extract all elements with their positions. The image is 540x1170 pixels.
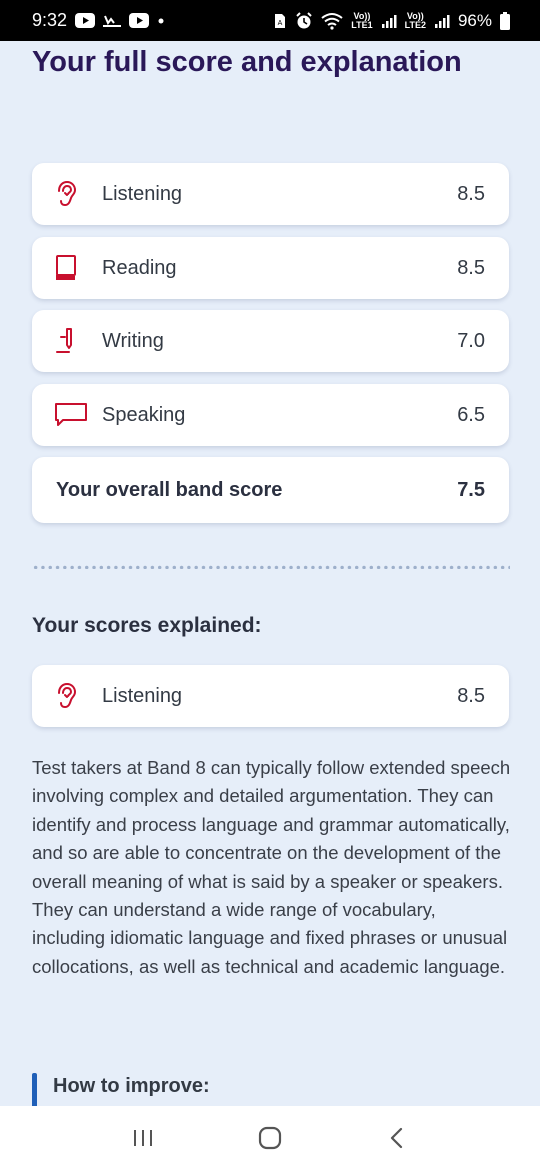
score-label-writing: Writing [102, 329, 164, 352]
home-icon [258, 1126, 282, 1150]
alarm-icon [295, 11, 313, 30]
status-bar: 9:32 A Vo)) LTE1 Vo)) LTE2 96% [0, 0, 540, 41]
explained-card-listening[interactable]: Listening 8.5 [32, 665, 509, 727]
listening-explanation-text: Test takers at Band 8 can typically foll… [32, 757, 511, 977]
score-value-listening: 8.5 [457, 182, 485, 205]
signal-icon [434, 13, 450, 29]
page-title: Your full score and explanation [32, 46, 462, 78]
overall-score-card: Your overall band score 7.5 [32, 457, 509, 523]
improve-accent-bar [32, 1073, 37, 1106]
dot-icon [157, 17, 165, 25]
book-icon [54, 254, 78, 282]
recents-button[interactable] [123, 1118, 163, 1158]
score-card-writing[interactable]: Writing 7.0 [32, 310, 509, 372]
network-1: Vo)) LTE1 [351, 11, 373, 30]
overall-score-label: Your overall band score [56, 478, 283, 501]
recents-icon [134, 1130, 153, 1146]
back-button[interactable] [377, 1118, 417, 1158]
main-content[interactable]: Your full score and explanation Listenin… [0, 41, 540, 1106]
network-2: Vo)) LTE2 [404, 11, 426, 30]
battery-icon [500, 11, 510, 30]
wifi-icon [321, 12, 343, 30]
score-value-writing: 7.0 [457, 329, 485, 352]
explained-card-label: Listening [102, 684, 183, 707]
how-to-improve-heading: How to improve: [53, 1075, 210, 1097]
youtube-icon [75, 13, 96, 28]
network-2-bottom: LTE2 [404, 19, 426, 30]
status-time: 9:32 [32, 10, 68, 30]
score-value-speaking: 6.5 [457, 403, 485, 426]
cast-icon [103, 14, 122, 28]
ear-icon [54, 180, 78, 208]
signal-icon [381, 13, 397, 29]
ear-icon [54, 682, 78, 710]
status-left: 9:32 [32, 10, 165, 31]
pen-icon [54, 327, 78, 355]
network-1-bottom: LTE1 [351, 19, 373, 30]
score-label-reading: Reading [102, 256, 177, 279]
overall-score-value: 7.5 [457, 478, 485, 501]
explained-card-score: 8.5 [457, 684, 485, 707]
youtube-icon [129, 13, 150, 28]
score-card-reading[interactable]: Reading 8.5 [32, 237, 509, 299]
score-card-listening[interactable]: Listening 8.5 [32, 163, 509, 225]
score-label-listening: Listening [102, 182, 183, 205]
score-card-speaking[interactable]: Speaking 6.5 [32, 384, 509, 446]
score-value-reading: 8.5 [457, 256, 485, 279]
scores-explained-heading: Your scores explained: [32, 614, 262, 637]
speech-bubble-icon [54, 401, 88, 429]
svg-text:A: A [278, 20, 283, 27]
system-nav-bar [0, 1106, 540, 1170]
dotted-divider [32, 565, 510, 569]
status-right: A Vo)) LTE1 Vo)) LTE2 96% [273, 11, 510, 31]
back-icon [390, 1127, 402, 1149]
battery-percent: 96% [457, 10, 492, 30]
home-button[interactable] [250, 1118, 290, 1158]
sim-icon: A [273, 13, 287, 29]
score-label-speaking: Speaking [102, 403, 186, 426]
